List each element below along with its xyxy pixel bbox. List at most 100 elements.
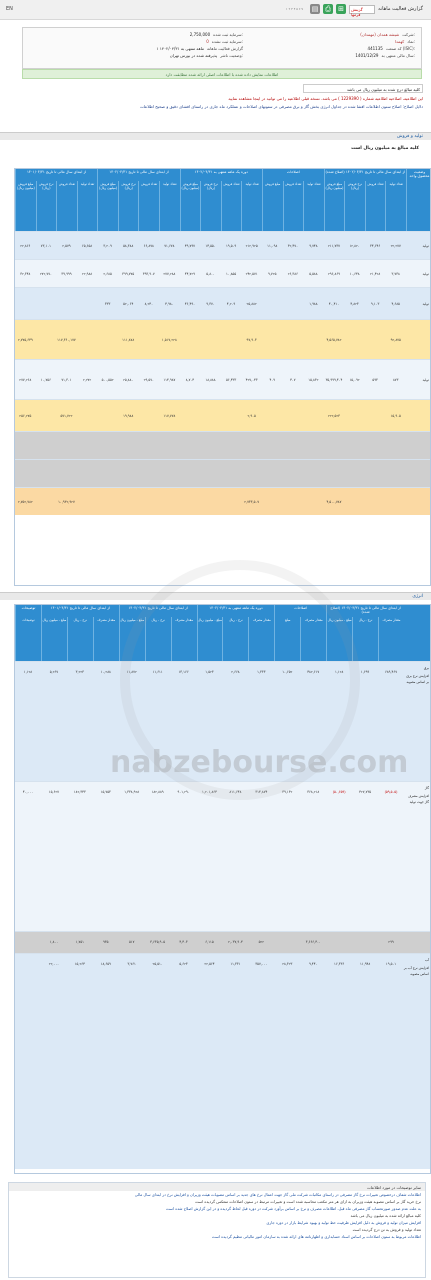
- note-line: تعداد تولید و فروش به تن درج گردیده است: [352, 1227, 421, 1232]
- watermark-text: nabzebourse.com: [110, 745, 409, 780]
- table-cell: ۴۶,۴۹۰: [184, 302, 195, 306]
- table-cell: ۱۱۱,۸۷۸: [122, 338, 135, 342]
- isic-label: کد صنعت (ISIC):: [385, 46, 415, 51]
- top-toolbar: EN گزارش فعالیت ماهانه گزینش فرمها ⊞ ⎙ ▤…: [0, 0, 431, 20]
- table-cell: ۴,۵۰۰,۷۸۷: [326, 500, 342, 504]
- sales-group-header: از ابتدای سال مالی تا تاریخ ۱۴۰۲/۰۳/۳۱ (…: [323, 169, 406, 181]
- table-cell: ۴۹,۷۹۷: [184, 244, 195, 248]
- sales-column-header: مبلغ فروش (میلیون ریال): [15, 181, 36, 231]
- table-cell: ۲۷۷,۲۶۸: [19, 378, 32, 382]
- table-cell: ۹,۷۴۸: [309, 244, 318, 248]
- table-cell: ۲۹۶,۸۶۹: [327, 272, 340, 276]
- table-cell: ۸,۲۴۰: [144, 302, 153, 306]
- table-cell: ۱۸۲,۳۴۳: [73, 790, 86, 794]
- sales-column-header: مبلغ فروش: [261, 181, 283, 231]
- sales-column-header: تعداد فروش: [138, 181, 159, 231]
- table-cell: ۳,۷۶۱: [127, 962, 136, 966]
- amendment-reason: دلایل اصلاح: اصلاح ستون اطلاعات افشا شده…: [139, 104, 423, 109]
- sales-column-header: تعداد تولید: [241, 181, 262, 231]
- table-cell: ۴۰۷: [290, 378, 296, 382]
- table-cell: ۱۵,۹۰۵: [390, 414, 401, 418]
- fiscal-year-row: سال مالی منتهی به: 1401/12/29: [225, 52, 415, 59]
- table-cell: ۱,۹۸۸: [309, 302, 318, 306]
- energy-type-label: گاز: [424, 786, 429, 790]
- table-cell: ۱۵,۰۹۲: [349, 378, 360, 382]
- sales-column-header: مبلغ فروش (میلیون ریال): [323, 181, 345, 231]
- table-row: گاز افزایش مصرف گاز جهت تولید (۵۹,۵۰۵) ۴۲۷,…: [15, 781, 430, 931]
- notes-title: سایر توضیحات در مورد اطلاعات: [9, 1183, 425, 1191]
- table-cell: ۲۱,۴۲۸: [370, 272, 381, 276]
- note-line: اطلاعات مربوط به ستون اصلاحات بر اساس اس…: [212, 1234, 421, 1239]
- table-cell: ۴,۲۰۹: [226, 302, 236, 306]
- amendment-notice[interactable]: این اطلاعیه، اصلاحیه اطلاعیه شماره ( 122…: [8, 96, 423, 101]
- table-cell: ۲۹,۵۷۰: [143, 378, 154, 382]
- table-cell: ۳,۷۳۸: [391, 272, 400, 276]
- units-note: کلیه مبالغ درج شده به میلیون ریال می باش…: [303, 84, 423, 93]
- excel-export-button[interactable]: ⊞: [336, 4, 347, 14]
- table-cell: ۵,۸۰۰: [206, 272, 215, 276]
- table-cell: ۲,۷۳۳,۵۰۷: [244, 500, 260, 504]
- energy-column-header: مقدار مصرف: [92, 617, 119, 661]
- table-cell: ۱۱,۰۹۸: [267, 244, 278, 248]
- note-line: کلیه مبالغ ارائه شده به میلیون ریال می ب…: [350, 1213, 421, 1218]
- table-cell: ۲۵,۸۸۲: [246, 302, 257, 306]
- table-cell: ۴,۶۸۵: [391, 302, 400, 306]
- table-row: آب افزایش نرخ آب بر اساس مصوبه ۱۹,۵۰۱ ۱۱,۹۴…: [15, 953, 430, 1169]
- table-cell: ۴۰۹: [269, 378, 275, 382]
- table-cell: ۳,۲۲۳: [75, 670, 84, 674]
- isic-row: کد صنعت (ISIC): 441135: [225, 45, 415, 52]
- table-cell: ۲۲۲,۵۲۳: [327, 414, 340, 418]
- sales-group-header: اصلاحات: [261, 169, 324, 181]
- sales-table: از ابتدای سال مالی تا تاریخ ۱۴۰۲/۰۳/۳۱ (…: [14, 168, 431, 586]
- sales-column-header: تعداد فروش: [56, 181, 77, 231]
- table-cell: ۲۲,۲۷۷: [390, 244, 401, 248]
- table-cell: ۲,۵۷۹: [62, 244, 71, 248]
- table-cell: ۲۸,۳۲۳: [282, 962, 293, 966]
- table-cell: ۱۰,۲۸۸: [100, 670, 111, 674]
- print-button[interactable]: ⎙: [323, 4, 334, 14]
- table-cell: ۱,۵۱۷,۲۲۸: [161, 338, 177, 342]
- notes-lines: اطلاعات شفاف درخصوص تغییرات نرخ گاز مصرف…: [9, 1191, 425, 1240]
- table-row: ۹۲,۸۷۵ ۴,۵۶۵,۷۸۲ ۹۷,۹۰۳ ۱,۵۱۷,۲۲۸ ۱۱۱,۸۷۸ ۱۱۷…: [15, 319, 430, 359]
- table-cell: ۲۱۲,۹۲۵: [245, 244, 258, 248]
- table-row: تولید ۲۲,۲۷۷ ۳۴,۶۴۶ ۱۲,۸۲۰ ۲۱۱,۷۳۷ ۹,۷۴۸ ۳۲,۴۷…: [15, 231, 430, 259]
- sales-column-header: تعداد فروش: [364, 181, 386, 231]
- status-label: وضعیت ناشر:: [220, 53, 243, 58]
- sales-column-header: تعداد تولید: [159, 181, 180, 231]
- table-cell: ۴۲۷,۷۳۵: [359, 790, 372, 794]
- table-cell: ۵۶,۴۳۳: [225, 378, 237, 382]
- symbol-value: کهمدا: [394, 39, 405, 44]
- sales-table-header: از ابتدای سال مالی تا تاریخ ۱۴۰۲/۰۳/۳۱ (…: [15, 169, 430, 231]
- energy-column-header: توضیحات: [15, 617, 41, 661]
- pdf-export-button[interactable]: ▤: [310, 4, 321, 14]
- company-name-row: شرکت: شیشه همدان (مهمدان): [225, 31, 415, 38]
- table-cell: ۳۳۳: [104, 302, 111, 306]
- energy-group-header: توضیحات: [15, 605, 41, 617]
- table-cell: ۲۱۱,۷۳۷: [327, 244, 340, 248]
- period-row: گزارش فعالیت ماهانه ۱ ماهه منتهی به ۱۴۰۲…: [53, 45, 243, 52]
- language-switch[interactable]: EN: [6, 6, 13, 12]
- energy-column-header: مقدار مصرف: [378, 617, 404, 661]
- table-cell: ۱۰,۸۵۵: [225, 272, 237, 276]
- table-cell: ۱۱,۹۴۸: [359, 962, 371, 966]
- capital-value: 2,750,000: [189, 32, 211, 37]
- note-line: افزایش میزان تولید و فروش به دلیل افزایش…: [266, 1220, 421, 1225]
- form-select-dropdown[interactable]: گزینش فرمها: [349, 4, 376, 17]
- note-line: اطلاعات شفاف درخصوص تغییرات نرخ گاز مصرف…: [134, 1192, 421, 1197]
- sales-group-header-product: وضعیت محصول-واحد: [406, 169, 430, 231]
- table-cell: ۲۲,۹۸۸: [81, 272, 93, 276]
- table-cell: ۶۸۹,۴۶۷: [385, 670, 398, 674]
- sales-column-header: تعداد تولید: [385, 181, 406, 231]
- table-cell: ۱۹,۵۰۹: [225, 244, 237, 248]
- sales-column-header: تعداد فروش: [220, 181, 242, 231]
- table-cell: ۳۲,۴۷۰: [287, 244, 298, 248]
- sales-column-header: نرخ فروش (ریال): [200, 181, 221, 231]
- table-cell: ۱۰,۶۴۸: [349, 272, 360, 276]
- energy-note: افزایش نرخ برق بر اساس مصوبه: [406, 674, 429, 684]
- table-cell: ۳,۶۶۶,۴۰۰: [305, 940, 321, 944]
- energy-section-title: انرژی: [412, 594, 423, 599]
- table-cell: ۵۸,۳۸۸: [123, 244, 134, 248]
- table-cell: ۱,۸۰۰: [49, 940, 59, 944]
- table-cell: ۲۵۶,۲۷۵: [19, 414, 32, 418]
- table-cell: ۱۰,۹۳۲,۹۲۷: [58, 500, 75, 504]
